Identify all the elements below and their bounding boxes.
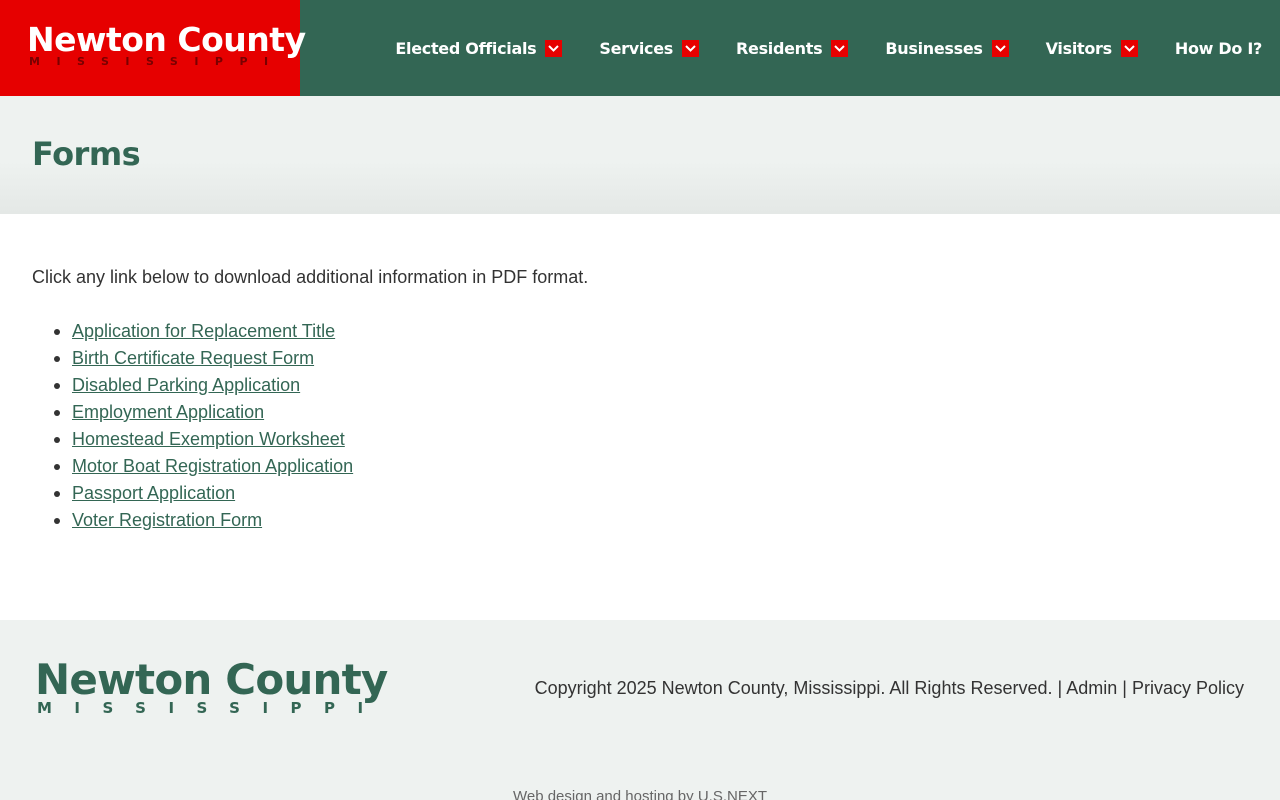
site-footer: Newton County MISSISSIPPI Copyright 2025… xyxy=(0,620,1280,800)
nav-item-residents[interactable]: Residents xyxy=(736,38,849,58)
site-header: Newton County MISSISSIPPI Elected Offici… xyxy=(0,0,1280,96)
chevron-down-icon[interactable] xyxy=(682,39,699,57)
nav-item-label: Visitors xyxy=(1045,38,1113,58)
copyright-text: Copyright 2025 Newton County, Mississipp… xyxy=(534,678,1053,698)
form-link-homestead-exemption[interactable]: Homestead Exemption Worksheet xyxy=(72,429,345,449)
footer-logo-subtitle: MISSISSIPPI xyxy=(37,699,386,717)
site-logo[interactable]: Newton County MISSISSIPPI xyxy=(0,0,306,96)
main-nav: Elected Officials Services Residents Bus… xyxy=(395,0,1262,96)
list-item: Employment Application xyxy=(53,400,353,427)
nav-item-elected-officials[interactable]: Elected Officials xyxy=(395,38,563,58)
credit-text: Web design and hosting by xyxy=(512,788,694,800)
list-item: Voter Registration Form xyxy=(53,508,353,535)
form-link-replacement-title[interactable]: Application for Replacement Title xyxy=(72,321,335,341)
form-link-voter-registration[interactable]: Voter Registration Form xyxy=(72,510,262,530)
page-title-band: Forms xyxy=(0,96,1280,214)
copyright-line: Copyright 2025 Newton County, Mississipp… xyxy=(535,676,1244,700)
list-item: Application for Replacement Title xyxy=(53,319,353,346)
list-item: Passport Application xyxy=(53,481,353,508)
form-link-disabled-parking[interactable]: Disabled Parking Application xyxy=(72,375,300,395)
privacy-policy-link[interactable]: Privacy Policy xyxy=(1132,678,1244,698)
form-link-motor-boat[interactable]: Motor Boat Registration Application xyxy=(72,456,353,476)
forms-list: Application for Replacement Title Birth … xyxy=(53,319,353,535)
nav-item-label: Businesses xyxy=(885,38,983,58)
admin-link[interactable]: Admin xyxy=(1066,678,1117,698)
nav-item-businesses[interactable]: Businesses xyxy=(885,38,1009,58)
nav-item-label: Elected Officials xyxy=(395,38,537,58)
chevron-down-icon[interactable] xyxy=(1120,39,1138,57)
chevron-down-icon[interactable] xyxy=(545,39,563,57)
nav-item-how-do-i[interactable]: How Do I? xyxy=(1175,39,1262,58)
nav-item-label: Residents xyxy=(736,38,823,58)
chevron-down-icon[interactable] xyxy=(831,39,849,57)
list-item: Homestead Exemption Worksheet xyxy=(53,427,353,454)
intro-text: Click any link below to download additio… xyxy=(32,267,589,287)
logo-subtitle: MISSISSIPPI xyxy=(29,55,285,68)
nav-item-label: Services xyxy=(599,38,673,58)
form-link-employment[interactable]: Employment Application xyxy=(72,402,264,422)
nav-item-visitors[interactable]: Visitors xyxy=(1046,39,1138,58)
form-link-passport[interactable]: Passport Application xyxy=(72,483,235,503)
chevron-down-icon[interactable] xyxy=(991,39,1009,57)
list-item: Motor Boat Registration Application xyxy=(53,454,353,481)
list-item: Birth Certificate Request Form xyxy=(53,346,353,373)
design-credit: Web design and hosting by U.S.NEXT xyxy=(0,788,1280,800)
footer-logo-title: Newton County xyxy=(35,655,388,704)
logo-title: Newton County xyxy=(27,20,306,59)
list-item: Disabled Parking Application xyxy=(53,373,353,400)
page-title: Forms xyxy=(32,135,141,173)
form-link-birth-certificate[interactable]: Birth Certificate Request Form xyxy=(72,348,314,368)
separator: | xyxy=(1122,678,1127,698)
nav-item-services[interactable]: Services xyxy=(599,39,699,58)
credit-link[interactable]: U.S.NEXT xyxy=(698,788,767,800)
nav-item-label: How Do I? xyxy=(1174,38,1262,58)
separator: | xyxy=(1057,678,1063,698)
